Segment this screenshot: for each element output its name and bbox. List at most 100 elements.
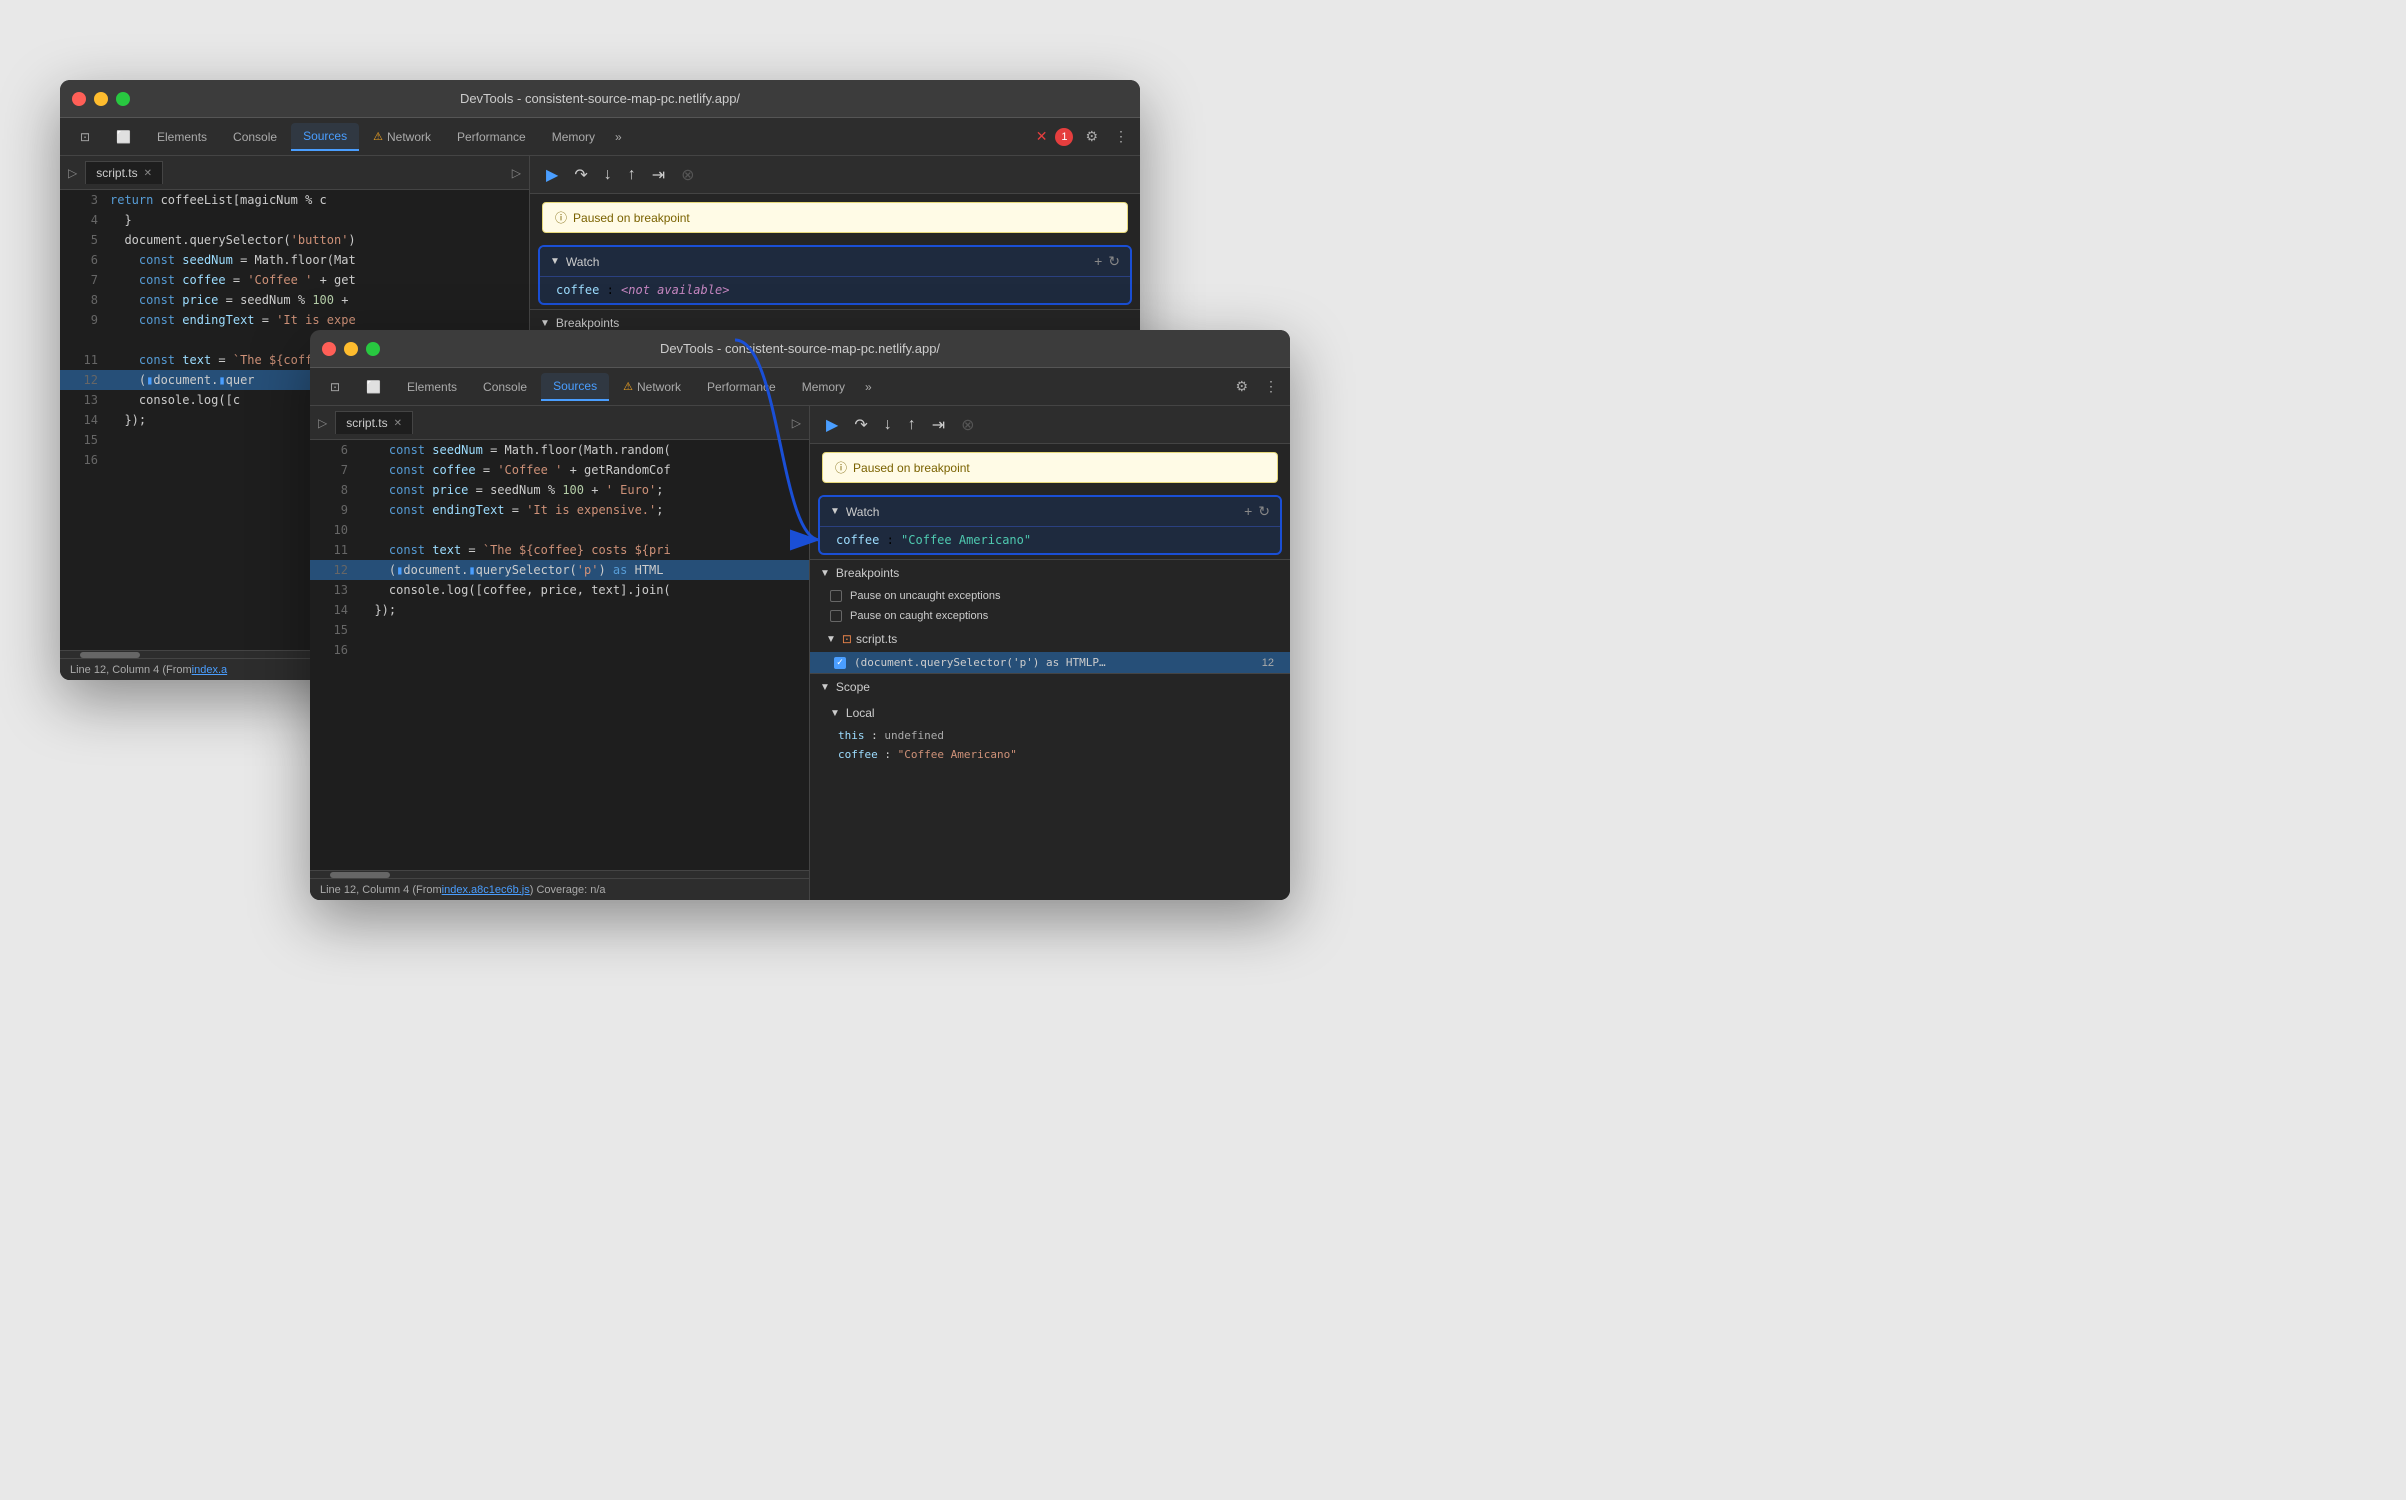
code-line-7: 7 const coffee = 'Coffee ' + get	[60, 270, 529, 290]
tab-performance-1[interactable]: Performance	[445, 124, 538, 150]
bp-line-checkbox[interactable]: ✓	[834, 657, 846, 669]
add-watch-btn-2[interactable]: +	[1244, 503, 1252, 520]
step-fwd-btn-1[interactable]: ⇥	[648, 163, 669, 187]
tab-sources-2[interactable]: Sources	[541, 373, 609, 401]
step-out-btn-1[interactable]: ↑	[624, 164, 640, 186]
watch-key-2: coffee	[836, 533, 879, 547]
network-warning-icon-1: ⚠	[373, 130, 383, 143]
tab-more-2[interactable]: »	[859, 376, 878, 398]
more-icon-1[interactable]: ⋮	[1110, 124, 1132, 149]
step-into-btn-2[interactable]: ↓	[880, 414, 896, 436]
tab-elements-1[interactable]: Elements	[145, 124, 219, 150]
device-icon-2: ⬜	[366, 380, 381, 394]
settings-icon-1[interactable]: ⚙	[1081, 124, 1102, 149]
file-tab-name-1: script.ts	[96, 166, 137, 180]
tab-inspector-1[interactable]: ⊡	[68, 124, 102, 150]
watch-section-2: ▼ Watch + ↻ coffee : "Coffee Americano"	[818, 495, 1282, 555]
close-button-1[interactable]	[72, 92, 86, 106]
settings-icon-2[interactable]: ⚙	[1231, 374, 1252, 399]
scroll-bar-h-2[interactable]	[310, 870, 809, 878]
minimize-button-2[interactable]	[344, 342, 358, 356]
tab-inspector-2[interactable]: ⊡	[318, 374, 352, 400]
breakpoints-section-header-2[interactable]: ▼ Breakpoints	[810, 559, 1290, 586]
code-line-2-16: 16	[310, 640, 809, 660]
step-over-btn-2[interactable]: ↷	[850, 413, 871, 437]
file-tab-1[interactable]: script.ts ✕	[85, 161, 163, 184]
window-controls-1	[72, 92, 130, 106]
tab-bar-1: ⊡ ⬜ Elements Console Sources ⚠ Network P…	[60, 118, 1140, 156]
tab-memory-2[interactable]: Memory	[790, 374, 857, 400]
source-panel-2: ▷ script.ts ✕ ▷ 6 const seedNum = Math.f…	[310, 406, 810, 900]
tab-performance-2[interactable]: Performance	[695, 374, 788, 400]
watch-value-2: "Coffee Americano"	[901, 533, 1031, 547]
tab-device-2[interactable]: ⬜	[354, 374, 393, 400]
tab-console-1[interactable]: Console	[221, 124, 289, 150]
bp-caught-checkbox[interactable]	[830, 610, 842, 622]
file-tab-name-2: script.ts	[346, 416, 387, 430]
file-tab-nav-2[interactable]: ▷	[792, 416, 801, 430]
watch-key-1: coffee	[556, 283, 599, 297]
scope-coffee-item: coffee : "Coffee Americano"	[810, 745, 1290, 764]
file-tab-2[interactable]: script.ts ✕	[335, 411, 413, 434]
local-section-header[interactable]: ▼ Local	[810, 700, 1290, 726]
tab-bar-2: ⊡ ⬜ Elements Console Sources ⚠ Network P…	[310, 368, 1290, 406]
bp-uncaught-checkbox[interactable]	[830, 590, 842, 602]
tab-sources-1[interactable]: Sources	[291, 123, 359, 151]
code-line-8: 8 const price = seedNum % 100 +	[60, 290, 529, 310]
maximize-button-1[interactable]	[116, 92, 130, 106]
device-icon: ⬜	[116, 130, 131, 144]
file-tab-bar-2: ▷ script.ts ✕ ▷	[310, 406, 809, 440]
tab-device-1[interactable]: ⬜	[104, 124, 143, 150]
refresh-watch-btn-1[interactable]: ↻	[1108, 253, 1120, 270]
resume-btn-1[interactable]: ▶	[542, 163, 562, 187]
scope-section-header[interactable]: ▼ Scope	[810, 673, 1290, 700]
status-link-2[interactable]: index.a8c1ec6b.js	[442, 884, 530, 896]
tab-console-2[interactable]: Console	[471, 374, 539, 400]
bp-file-arrow: ▼	[826, 634, 836, 645]
step-fwd-btn-2[interactable]: ⇥	[928, 413, 949, 437]
code-line-2-12: 12 (▮document.▮querySelector('p') as HTM…	[310, 560, 809, 580]
window-controls-2	[322, 342, 380, 356]
code-line-2-8: 8 const price = seedNum % 100 + ' Euro';	[310, 480, 809, 500]
tab-network-2[interactable]: ⚠ Network	[611, 374, 693, 400]
more-icon-2[interactable]: ⋮	[1260, 374, 1282, 399]
step-over-btn-1[interactable]: ↷	[570, 163, 591, 187]
watch-actions-2: + ↻	[1244, 503, 1270, 520]
file-tab-nav-1[interactable]: ▷	[512, 166, 521, 180]
error-icon-1: ✕	[1036, 128, 1048, 145]
scope-arrow: ▼	[820, 682, 830, 693]
step-out-btn-2[interactable]: ↑	[904, 414, 920, 436]
bp-uncaught-item: Pause on uncaught exceptions	[810, 586, 1290, 606]
status-link-1[interactable]: index.a	[192, 664, 227, 676]
watch-item-1: coffee : <not available>	[540, 277, 1130, 303]
tab-memory-1[interactable]: Memory	[540, 124, 607, 150]
file-tab-close-1[interactable]: ✕	[144, 168, 152, 179]
tab-elements-2[interactable]: Elements	[395, 374, 469, 400]
resume-btn-2[interactable]: ▶	[822, 413, 842, 437]
maximize-button-2[interactable]	[366, 342, 380, 356]
step-into-btn-1[interactable]: ↓	[600, 164, 616, 186]
window-title-2: DevTools - consistent-source-map-pc.netl…	[660, 341, 940, 356]
tab-network-1[interactable]: ⚠ Network	[361, 124, 443, 150]
minimize-button-1[interactable]	[94, 92, 108, 106]
watch-header-1[interactable]: ▼ Watch + ↻	[540, 247, 1130, 277]
expand-icon-2: ▷	[318, 416, 327, 430]
code-line-6: 6 const seedNum = Math.floor(Mat	[60, 250, 529, 270]
devtools-window-2: DevTools - consistent-source-map-pc.netl…	[310, 330, 1290, 900]
breakpoints-arrow-2: ▼	[820, 568, 830, 579]
tab-more-1[interactable]: »	[609, 126, 628, 148]
title-bar-2: DevTools - consistent-source-map-pc.netl…	[310, 330, 1290, 368]
bp-file-header[interactable]: ▼ ⊡ script.ts	[810, 626, 1290, 652]
close-button-2[interactable]	[322, 342, 336, 356]
debug-toolbar-1: ▶ ↷ ↓ ↑ ⇥ ⊗	[530, 156, 1140, 194]
inspector-icon-2: ⊡	[330, 380, 340, 394]
deactivate-btn-1: ⊗	[677, 163, 698, 187]
code-area-2: 6 const seedNum = Math.floor(Math.random…	[310, 440, 809, 870]
add-watch-btn-1[interactable]: +	[1094, 253, 1102, 270]
refresh-watch-btn-2[interactable]: ↻	[1258, 503, 1270, 520]
watch-arrow-2: ▼	[830, 506, 840, 517]
code-line-2-13: 13 console.log([coffee, price, text].joi…	[310, 580, 809, 600]
watch-header-2[interactable]: ▼ Watch + ↻	[820, 497, 1280, 527]
file-tab-close-2[interactable]: ✕	[394, 418, 402, 429]
code-line-2-7: 7 const coffee = 'Coffee ' + getRandomCo…	[310, 460, 809, 480]
